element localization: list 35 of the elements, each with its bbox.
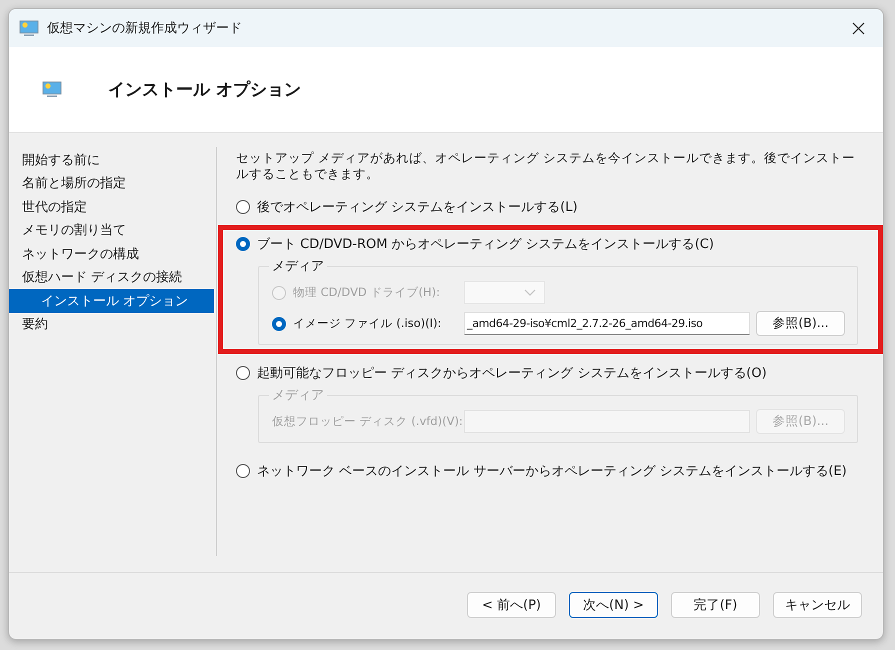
- option-label: ブート CD/DVD-ROM からオペレーティング システムをインストールする(C): [257, 236, 714, 252]
- option-label: 後でオペレーティング システムをインストールする(L): [257, 198, 578, 216]
- wizard-step[interactable]: 名前と場所の指定: [9, 172, 214, 195]
- option-label: 起動可能なフロッピー ディスクからオペレーティング システムをインストールする(O): [257, 364, 767, 382]
- field-label: 物理 CD/DVD ドライブ(H):: [293, 285, 440, 300]
- wizard-button[interactable]: 次へ(N) >: [569, 592, 658, 618]
- wizard-button[interactable]: 完了(F): [671, 592, 760, 618]
- chevron-icon: [524, 289, 536, 296]
- field-label: イメージ ファイル (.iso)(I):: [293, 316, 442, 331]
- close-icon: [852, 22, 864, 34]
- wizard-step[interactable]: インストール オプション: [9, 289, 214, 312]
- wizard-step[interactable]: メモリの割り当て: [9, 218, 214, 242]
- group-label: メディア: [271, 387, 325, 404]
- wizard-button[interactable]: キャンセル: [773, 592, 862, 618]
- wizard-step[interactable]: 開始する前に: [9, 148, 214, 172]
- radio-button[interactable]: [236, 236, 250, 250]
- radio-button[interactable]: [236, 464, 250, 478]
- group-label: メディア: [271, 258, 325, 275]
- monitor-icon: [42, 81, 62, 98]
- monitor-icon: [19, 20, 39, 36]
- file-path-field[interactable]: _amd64-29-iso¥cml2_2.7.2-26_amd64-29.iso: [464, 312, 750, 335]
- wizard-step[interactable]: 世代の指定: [9, 195, 214, 218]
- wizard-step[interactable]: ネットワークの構成: [9, 242, 214, 266]
- radio-button[interactable]: [236, 200, 250, 214]
- wizard-step[interactable]: 仮想ハード ディスクの接続: [9, 266, 214, 289]
- field-label: 仮想フロッピー ディスク (.vfd)(V):: [272, 414, 463, 429]
- wizard-button[interactable]: < 前へ(P): [467, 592, 556, 618]
- option-label: ネットワーク ベースのインストール サーバーからオペレーティング システムをインストールする(E): [257, 462, 847, 480]
- wizard-step[interactable]: 要約: [9, 312, 214, 336]
- intro-text: セットアップ メディアがあれば、オペレーティング システムを今インストールできます。後でインストールすることもできます。: [236, 150, 856, 182]
- window-title: 仮想マシンの新規作成ウィザード: [47, 20, 243, 37]
- radio-button[interactable]: [236, 366, 250, 380]
- radio-button[interactable]: [272, 316, 286, 330]
- browse-button[interactable]: 参照(B)...: [756, 311, 845, 336]
- page-title: インストール オプション: [108, 79, 301, 101]
